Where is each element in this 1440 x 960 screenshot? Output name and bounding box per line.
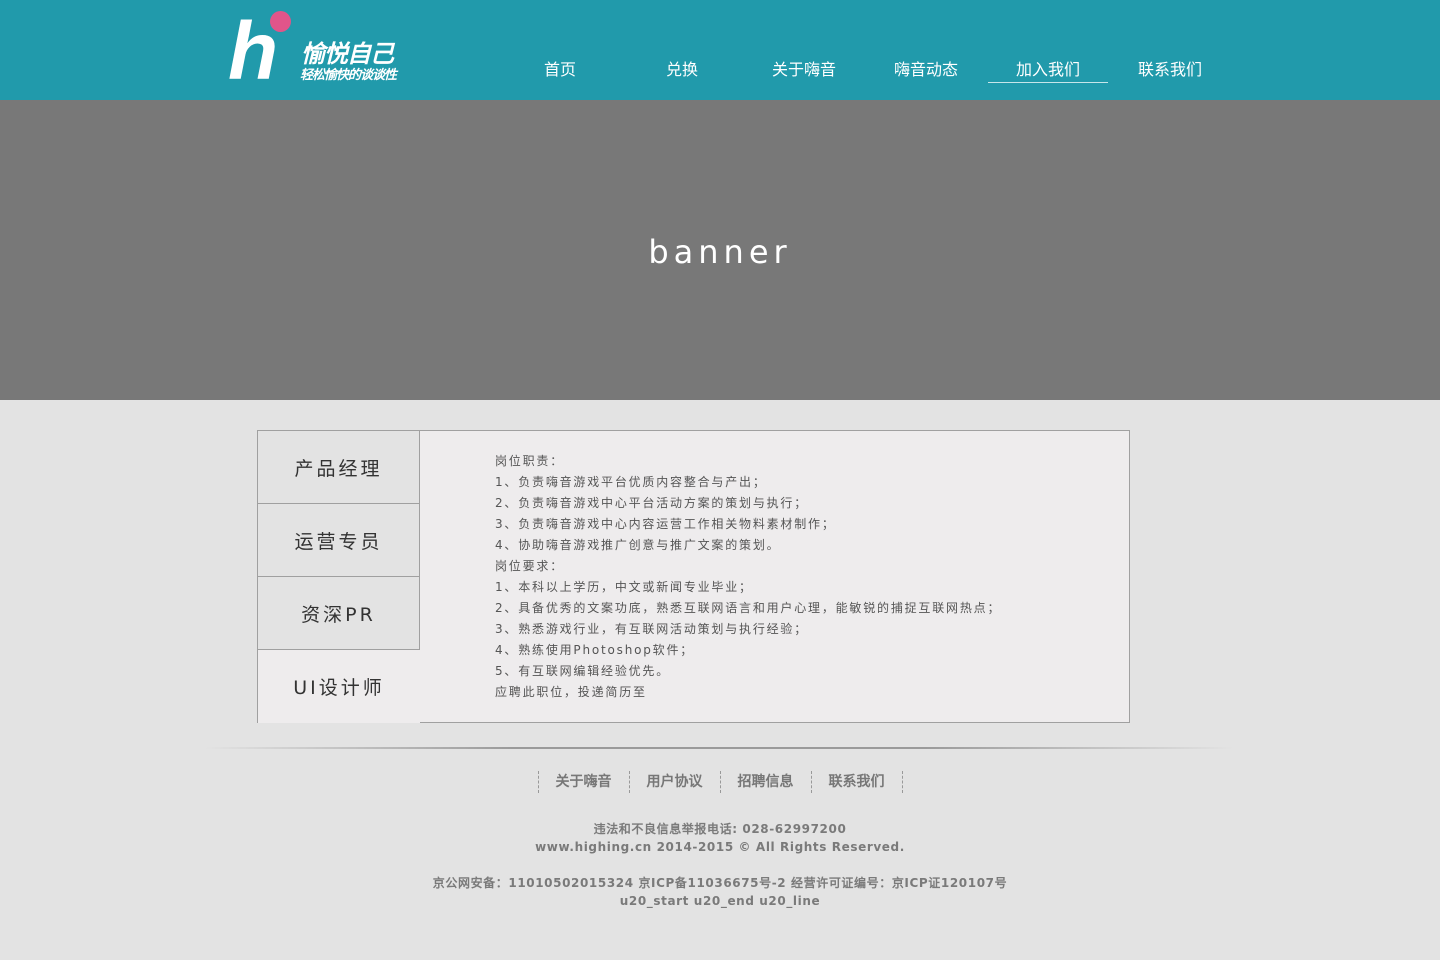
debug-text: u20_start u20_end u20_line bbox=[619, 894, 821, 908]
job-line: 4、熟练使用Photoshop软件； bbox=[495, 643, 695, 657]
job-line: 2、具备优秀的文案功底，熟悉互联网语言和用户心理，能敏锐的捕捉互联网热点； bbox=[495, 601, 1002, 615]
job-tabs: 产品经理 运营专员 资深PR UI设计师 bbox=[258, 431, 420, 723]
report-hotline: 违法和不良信息举报电话: 028-62997200 bbox=[593, 822, 847, 836]
job-description: 岗位职责： 1、负责嗨音游戏平台优质内容整合与产出； 2、负责嗨音游戏中心平台活… bbox=[495, 451, 1115, 703]
banner-text: banner bbox=[648, 233, 792, 271]
tab-senior-pr[interactable]: 资深PR bbox=[258, 577, 420, 650]
nav-item-news[interactable]: 嗨音动态 bbox=[866, 56, 986, 84]
site-header: h 愉悦自己 轻松愉快的谈谈性 首页 兑换 关于嗨音 嗨音动态 加入我们 联系我… bbox=[0, 0, 1440, 100]
job-section-heading: 岗位职责： bbox=[495, 454, 565, 468]
job-line: 3、熟悉游戏行业，有互联网活动策划与执行经验； bbox=[495, 622, 809, 636]
footer-link-jobs[interactable]: 招聘信息 bbox=[721, 771, 811, 793]
footer-link-about[interactable]: 关于嗨音 bbox=[539, 771, 629, 793]
job-line: 2、负责嗨音游戏中心平台活动方案的策划与执行； bbox=[495, 496, 809, 510]
footer-link-contact[interactable]: 联系我们 bbox=[812, 771, 902, 793]
job-line: 4、协助嗨音游戏推广创意与推广文案的策划。 bbox=[495, 538, 781, 552]
nav-item-exchange[interactable]: 兑换 bbox=[622, 56, 742, 84]
job-panel: 产品经理 运营专员 资深PR UI设计师 岗位职责： 1、负责嗨音游戏平台优质内… bbox=[257, 430, 1130, 723]
job-line: 1、负责嗨音游戏平台优质内容整合与产出； bbox=[495, 475, 767, 489]
job-section-heading: 岗位要求： bbox=[495, 559, 565, 573]
job-apply-line: 应聘此职位，投递简历至 bbox=[495, 685, 647, 699]
hero-banner: banner bbox=[0, 100, 1440, 400]
job-line: 3、负责嗨音游戏中心内容运营工作相关物料素材制作； bbox=[495, 517, 836, 531]
logo-title: 愉悦自己 bbox=[301, 40, 394, 68]
icp-license: 京公网安备：11010502015324 京ICP备11036675号-2 经营… bbox=[432, 876, 1008, 890]
logo-slogan: 轻松愉快的谈谈性 bbox=[300, 68, 397, 83]
nav-item-join-us[interactable]: 加入我们 bbox=[988, 56, 1108, 84]
tab-ui-designer[interactable]: UI设计师 bbox=[258, 650, 420, 723]
site-logo[interactable]: h 愉悦自己 轻松愉快的谈谈性 bbox=[228, 6, 428, 97]
tab-operations[interactable]: 运营专员 bbox=[258, 504, 420, 577]
job-line: 5、有互联网编辑经验优先。 bbox=[495, 664, 671, 678]
logo-letter: h bbox=[228, 6, 278, 97]
nav-item-about[interactable]: 关于嗨音 bbox=[744, 56, 864, 84]
footer-divider bbox=[205, 747, 1233, 749]
footer-links: 关于嗨音 用户协议 招聘信息 联系我们 bbox=[0, 771, 1440, 793]
nav-item-contact[interactable]: 联系我们 bbox=[1110, 56, 1230, 84]
tab-product-manager[interactable]: 产品经理 bbox=[258, 431, 420, 504]
job-line: 1、本科以上学历，中文或新闻专业毕业； bbox=[495, 580, 753, 594]
nav-item-home[interactable]: 首页 bbox=[500, 56, 620, 84]
footer-separator bbox=[901, 771, 903, 793]
copyright: www.highing.cn 2014-2015 © All Rights Re… bbox=[535, 840, 905, 854]
footer-link-terms[interactable]: 用户协议 bbox=[630, 771, 720, 793]
